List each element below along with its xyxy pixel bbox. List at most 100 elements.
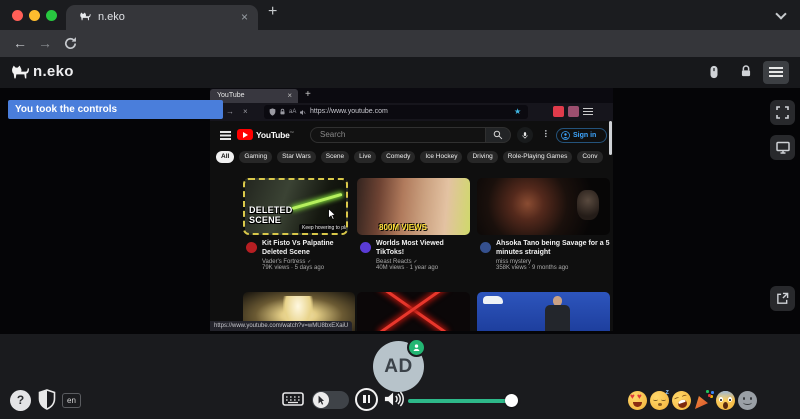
video-thumbnail-5[interactable] <box>357 292 470 331</box>
emoji-picker-button[interactable] <box>738 391 757 410</box>
mouse-cursor <box>327 208 336 221</box>
chip-all[interactable]: All <box>216 151 234 163</box>
neko-favicon <box>78 12 91 22</box>
screen-settings-button[interactable] <box>770 135 795 160</box>
keyboard-button[interactable] <box>282 391 304 407</box>
channel-avatar[interactable] <box>360 242 371 253</box>
tracking-shield-icon[interactable] <box>269 108 276 116</box>
youtube-menu-icon[interactable] <box>545 130 547 132</box>
back-icon[interactable]: ← <box>13 35 27 51</box>
bookmark-star-icon[interactable]: ★ <box>514 107 521 116</box>
rofl-emoji[interactable] <box>670 389 694 413</box>
control-mode-toggle[interactable] <box>312 391 349 409</box>
tab-close-icon[interactable]: × <box>241 10 248 24</box>
language-button[interactable]: en <box>62 393 81 408</box>
mouse-control-icon[interactable] <box>707 64 721 80</box>
pause-button[interactable] <box>355 388 378 411</box>
youtube-search-button[interactable] <box>486 127 511 143</box>
app-title: n.eko <box>33 63 74 80</box>
chip-live[interactable]: Live <box>354 151 376 163</box>
new-tab-button[interactable]: + <box>268 3 277 21</box>
fullscreen-button[interactable] <box>770 100 795 125</box>
party-popper-emoji[interactable] <box>694 391 713 410</box>
remote-screen[interactable]: YouTube × + → × aA https://www.youtube.c… <box>210 88 613 331</box>
volume-button[interactable] <box>383 390 404 408</box>
remote-navbar: → × aA https://www.youtube.com ★ <box>210 103 613 121</box>
sign-in-label: Sign in <box>573 132 596 139</box>
reload-icon[interactable] <box>63 36 78 51</box>
cursor-icon <box>317 395 325 406</box>
video-thumbnail-2[interactable]: 800M VIEWS <box>357 178 470 235</box>
link-status-bar: https://www.youtube.com/watch?v=wMU8bxEX… <box>210 321 352 331</box>
video-thumbnail-6[interactable] <box>477 292 610 331</box>
window-zoom-button[interactable] <box>46 10 57 21</box>
remote-forward-icon[interactable]: → <box>226 107 234 116</box>
controls-notification: You took the controls <box>8 100 223 119</box>
reader-mode-icon[interactable]: aA <box>289 109 296 115</box>
help-button[interactable]: ? <box>10 390 31 411</box>
heart-eyes-emoji[interactable]: ♥ ♥ <box>628 391 647 410</box>
hamburger-icon <box>769 67 783 69</box>
video-card-2[interactable]: Worlds Most Viewed TikToks! Beast Reacts… <box>357 240 472 271</box>
remote-new-tab-button[interactable]: + <box>305 89 311 100</box>
menu-button[interactable] <box>763 61 789 84</box>
forward-icon[interactable]: → <box>38 35 52 51</box>
protection-button[interactable] <box>38 389 56 410</box>
monitor-icon <box>776 141 790 154</box>
remote-stop-icon[interactable]: × <box>243 107 248 116</box>
remote-tab-close-icon[interactable]: × <box>287 89 292 103</box>
extension-icon-red[interactable] <box>553 106 564 117</box>
youtube-header: YouTube™ Search Sign in <box>210 121 613 148</box>
youtube-wordmark[interactable]: YouTube™ <box>256 130 294 140</box>
lock-icon[interactable] <box>739 64 753 79</box>
sign-in-button[interactable]: Sign in <box>556 128 607 143</box>
extension-icon[interactable] <box>568 106 579 117</box>
scream-emoji[interactable] <box>716 391 735 410</box>
channel-avatar[interactable] <box>480 242 491 253</box>
video-card-3[interactable]: Ahsoka Tano being Savage for a 5 minutes… <box>477 240 610 271</box>
sleeping-emoji[interactable]: z <box>650 391 669 410</box>
volume-slider[interactable] <box>408 399 514 403</box>
youtube-guide-icon[interactable] <box>220 131 231 133</box>
video-thumbnail-3[interactable] <box>477 178 610 235</box>
channel-avatar[interactable] <box>246 242 257 253</box>
fullscreen-icon <box>776 106 789 119</box>
video-title[interactable]: Kit Fisto Vs Palpatine Deleted Scene <box>262 240 353 257</box>
https-lock-icon[interactable] <box>279 108 286 116</box>
chip-driving[interactable]: Driving <box>467 151 497 163</box>
video-title[interactable]: Ahsoka Tano being Savage for a 5 minutes… <box>496 240 610 257</box>
person-icon <box>561 131 570 140</box>
youtube-logo-icon[interactable] <box>237 129 253 140</box>
muted-speaker-icon[interactable] <box>299 109 306 116</box>
video-thumbnail-1[interactable]: DELETED SCENE Keep hovering to play <box>243 178 348 235</box>
search-icon <box>493 130 503 140</box>
window-close-button[interactable] <box>12 10 23 21</box>
chip-scene[interactable]: Scene <box>321 151 349 163</box>
popout-button[interactable] <box>770 286 795 311</box>
chip-ice-hockey[interactable]: Ice Hockey <box>420 151 462 163</box>
neko-header: n.eko <box>0 57 800 88</box>
browser-tab-neko[interactable]: n.eko × <box>66 5 258 30</box>
video-title[interactable]: Worlds Most Viewed TikToks! <box>376 240 472 257</box>
video-meta: 40M views · 1 year ago <box>376 265 472 271</box>
remote-urlbar[interactable]: aA https://www.youtube.com ★ <box>264 105 528 119</box>
chip-comedy[interactable]: Comedy <box>381 151 415 163</box>
youtube-search-input[interactable]: Search <box>310 127 486 143</box>
tab-title: n.eko <box>98 11 125 23</box>
browser-toolbar: ← → i localhost:8080 Guest <box>0 30 800 57</box>
hover-tooltip: Keep hovering to play <box>299 224 348 233</box>
video-card-1[interactable]: Kit Fisto Vs Palpatine Deleted Scene Vad… <box>243 240 353 271</box>
chip-conversation[interactable]: Conv <box>577 151 602 163</box>
remote-tabbar: YouTube × + <box>210 88 613 103</box>
chip-role-playing-games[interactable]: Role-Playing Games <box>503 151 573 163</box>
chip-gaming[interactable]: Gaming <box>239 151 272 163</box>
chevron-down-icon[interactable] <box>775 8 786 19</box>
window-minimize-button[interactable] <box>29 10 40 21</box>
voice-search-button[interactable] <box>517 127 533 143</box>
remote-scrollbar[interactable] <box>609 121 612 155</box>
volume-slider-knob[interactable] <box>505 394 518 407</box>
remote-tab-youtube[interactable]: YouTube × <box>210 89 298 103</box>
stage: You took the controls YouTube × + → × <box>0 88 800 334</box>
chip-star-wars[interactable]: Star Wars <box>277 151 316 163</box>
remote-menu-icon[interactable] <box>583 108 593 109</box>
